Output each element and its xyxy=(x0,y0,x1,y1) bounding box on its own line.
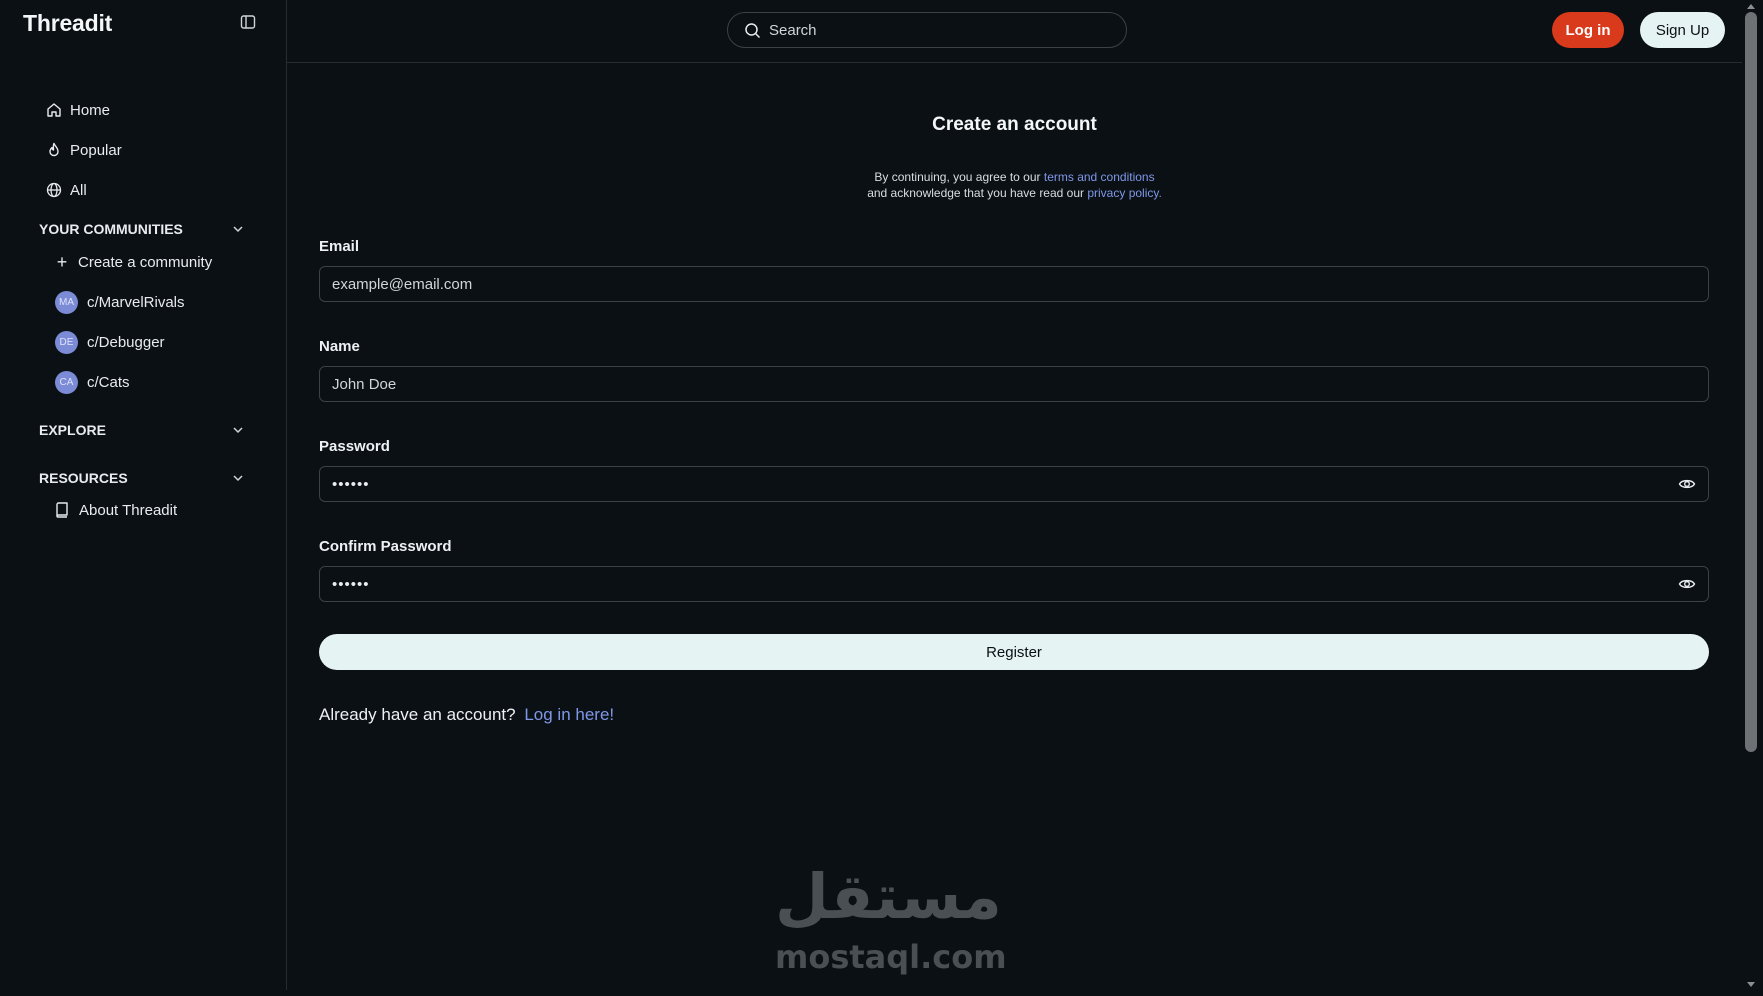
resource-item-about[interactable]: About Threadit xyxy=(55,497,177,523)
scrollbar-thumb[interactable] xyxy=(1745,12,1757,752)
sidebar-toggle-icon[interactable] xyxy=(240,14,256,30)
disclaimer-prefix: By continuing, you agree to our xyxy=(874,170,1044,184)
avatar: DE xyxy=(55,330,78,354)
name-label: Name xyxy=(319,338,360,355)
email-label: Email xyxy=(319,238,360,255)
avatar: MA xyxy=(55,290,78,314)
confirm-password-label: Confirm Password xyxy=(319,538,452,555)
email-field[interactable] xyxy=(332,275,1696,293)
signup-button[interactable]: Sign Up xyxy=(1640,12,1725,48)
home-icon xyxy=(47,103,61,117)
nav-home[interactable]: Home xyxy=(46,98,110,122)
community-label: c/Cats xyxy=(87,373,130,391)
eye-icon[interactable] xyxy=(1678,475,1696,493)
confirm-password-field-wrapper xyxy=(319,566,1709,602)
section-your-communities[interactable]: YOUR COMMUNITIES xyxy=(39,218,245,240)
community-item[interactable]: DE c/Debugger xyxy=(55,329,165,355)
register-button[interactable]: Register xyxy=(319,634,1709,670)
nav-popular-label: Popular xyxy=(70,141,122,159)
nav-home-label: Home xyxy=(70,101,111,119)
terms-link[interactable]: terms and conditions xyxy=(1044,170,1155,184)
sidebar: Threadit Home Popular All YOUR COMMUNITI… xyxy=(0,0,287,990)
chevron-down-icon xyxy=(233,427,243,434)
nav-popular[interactable]: Popular xyxy=(46,138,122,162)
name-field[interactable] xyxy=(332,375,1696,393)
create-community-label: Create a community xyxy=(78,253,213,271)
section-explore-title: EXPLORE xyxy=(39,422,106,438)
nav-all[interactable]: All xyxy=(46,178,87,202)
password-label: Password xyxy=(319,438,390,455)
flame-icon xyxy=(49,142,59,157)
eye-icon[interactable] xyxy=(1678,575,1696,593)
search-bar[interactable] xyxy=(727,12,1127,48)
app-logo[interactable]: Threadit xyxy=(23,10,112,37)
plus-icon: + xyxy=(56,252,68,272)
login-prompt: Already have an account? Log in here! xyxy=(319,705,614,725)
community-item[interactable]: MA c/MarvelRivals xyxy=(55,289,185,315)
community-label: c/Debugger xyxy=(87,333,165,351)
password-field-wrapper xyxy=(319,466,1709,502)
section-resources-title: RESOURCES xyxy=(39,470,128,486)
community-label: c/MarvelRivals xyxy=(87,293,185,311)
chevron-down-icon xyxy=(233,475,243,482)
avatar: CA xyxy=(55,370,78,394)
password-field[interactable] xyxy=(332,475,1678,493)
search-icon xyxy=(745,22,761,38)
scroll-up-arrow-icon[interactable] xyxy=(1745,1,1757,11)
book-icon xyxy=(56,502,68,518)
community-item[interactable]: CA c/Cats xyxy=(55,369,130,395)
search-input[interactable] xyxy=(769,21,1089,39)
watermark-arabic: مستقل xyxy=(775,860,1002,933)
login-here-link[interactable]: Log in here! xyxy=(524,705,614,724)
top-bar: Log in Sign Up xyxy=(287,0,1742,63)
name-field-wrapper xyxy=(319,366,1709,402)
globe-icon xyxy=(46,182,62,198)
terms-disclaimer: By continuing, you agree to our terms an… xyxy=(287,169,1742,201)
register-form: Create an account By continuing, you agr… xyxy=(287,63,1742,990)
nav-all-label: All xyxy=(70,181,87,199)
scroll-down-arrow-icon[interactable] xyxy=(1745,980,1757,990)
watermark-latin: mostaql.com xyxy=(775,938,1007,976)
section-explore[interactable]: EXPLORE xyxy=(39,419,245,441)
page-title: Create an account xyxy=(932,114,1097,135)
resource-item-label: About Threadit xyxy=(79,501,178,519)
email-field-wrapper xyxy=(319,266,1709,302)
login-button[interactable]: Log in xyxy=(1552,12,1624,48)
privacy-link[interactable]: privacy policy. xyxy=(1087,186,1161,200)
chevron-down-icon xyxy=(233,226,243,233)
login-prompt-text: Already have an account? xyxy=(319,705,516,724)
confirm-password-field[interactable] xyxy=(332,575,1678,593)
section-your-communities-title: YOUR COMMUNITIES xyxy=(39,221,183,237)
section-resources[interactable]: RESOURCES xyxy=(39,467,245,489)
create-community-button[interactable]: + Create a community xyxy=(55,249,212,275)
disclaimer-middle: and acknowledge that you have read our xyxy=(867,186,1088,200)
